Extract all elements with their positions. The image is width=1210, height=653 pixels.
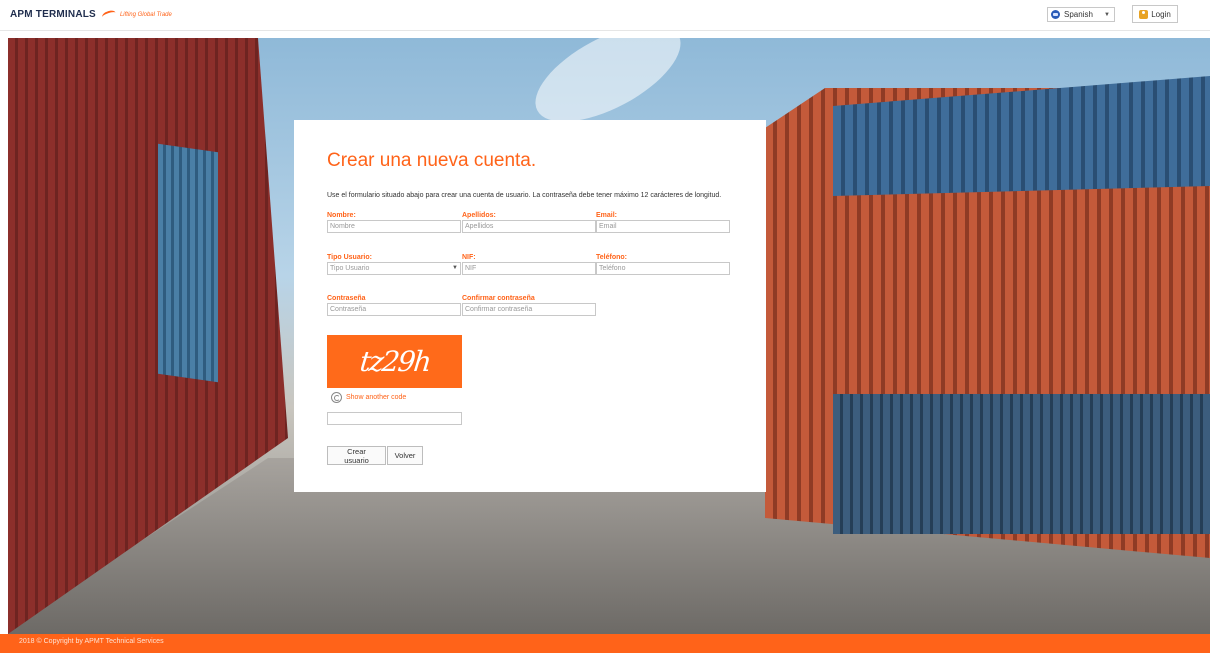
nif-label: NIF: [462, 254, 476, 261]
create-user-button[interactable]: Crear usuario [327, 446, 386, 465]
logo-tagline: Lifting Global Trade [119, 11, 172, 18]
left-blue-container [158, 143, 218, 383]
chevron-down-icon: ▼ [452, 265, 458, 271]
show-another-code-link[interactable]: Show another code [346, 394, 406, 401]
tipo-usuario-field-group: Tipo Usuario: Tipo Usuario ▼ [327, 253, 461, 275]
email-input[interactable]: Email [596, 220, 730, 233]
nombre-field-group: Nombre: Nombre [327, 211, 461, 233]
logo-swoosh-icon [101, 8, 117, 21]
email-field-group: Email: Email [596, 211, 730, 233]
confirmar-label: Confirmar contraseña [462, 295, 535, 302]
apm-terminals-logo[interactable]: APM TERMINALS Lifting Global Trade [10, 8, 172, 21]
contrasena-input[interactable]: Contraseña [327, 303, 461, 316]
captcha-input[interactable] [327, 412, 462, 425]
contrasena-label: Contraseña [327, 295, 366, 302]
email-label: Email: [596, 212, 618, 219]
login-button[interactable]: Login [1132, 5, 1178, 23]
captcha-refresh: Show another code [331, 392, 406, 403]
form-instructions: Use el formulario situado abajo para cre… [327, 192, 722, 199]
tipo-usuario-label: Tipo Usuario: [327, 254, 372, 261]
nombre-input[interactable]: Nombre [327, 220, 461, 233]
nif-input[interactable]: NIF [462, 262, 596, 275]
contrasena-field-group: Contraseña Contraseña [327, 294, 461, 316]
apellidos-label: Apellidos: [462, 212, 496, 219]
page-title: Crear una nueva cuenta. [327, 150, 537, 171]
footer-bar: 2018 © Copyright by APMT Technical Servi… [0, 634, 1210, 653]
nif-field-group: NIF: NIF [462, 253, 596, 275]
logo-text: APM TERMINALS [10, 9, 96, 20]
telefono-input[interactable]: Teléfono [596, 262, 730, 275]
register-form-card: Crear una nueva cuenta. Use el formulari… [294, 120, 766, 492]
captcha-code: tz29h [357, 345, 432, 378]
apellidos-input[interactable]: Apellidos [462, 220, 596, 233]
login-label: Login [1151, 9, 1171, 19]
confirmar-input[interactable]: Confirmar contraseña [462, 303, 596, 316]
user-icon [1139, 9, 1149, 19]
apellidos-field-group: Apellidos: Apellidos [462, 211, 596, 233]
refresh-icon[interactable] [331, 392, 342, 403]
nombre-label: Nombre: [327, 212, 356, 219]
back-button[interactable]: Volver [387, 446, 423, 465]
telefono-label: Teléfono: [596, 254, 627, 261]
telefono-field-group: Teléfono: Teléfono [596, 253, 730, 275]
top-header: APM TERMINALS Lifting Global Trade Spani… [0, 0, 1210, 31]
right-blue-container-bottom [833, 394, 1210, 534]
globe-flag-icon [1051, 10, 1060, 19]
chevron-down-icon: ▼ [1104, 11, 1110, 18]
copyright-text: 2018 © Copyright by APMT Technical Servi… [19, 638, 164, 645]
tipo-usuario-value: Tipo Usuario [330, 265, 370, 272]
tipo-usuario-select[interactable]: Tipo Usuario ▼ [327, 262, 461, 275]
captcha-image: tz29h [327, 335, 462, 388]
language-selected-value: Spanish [1064, 10, 1093, 19]
confirmar-field-group: Confirmar contraseña Confirmar contraseñ… [462, 294, 596, 316]
language-select[interactable]: Spanish ▼ [1047, 7, 1115, 22]
